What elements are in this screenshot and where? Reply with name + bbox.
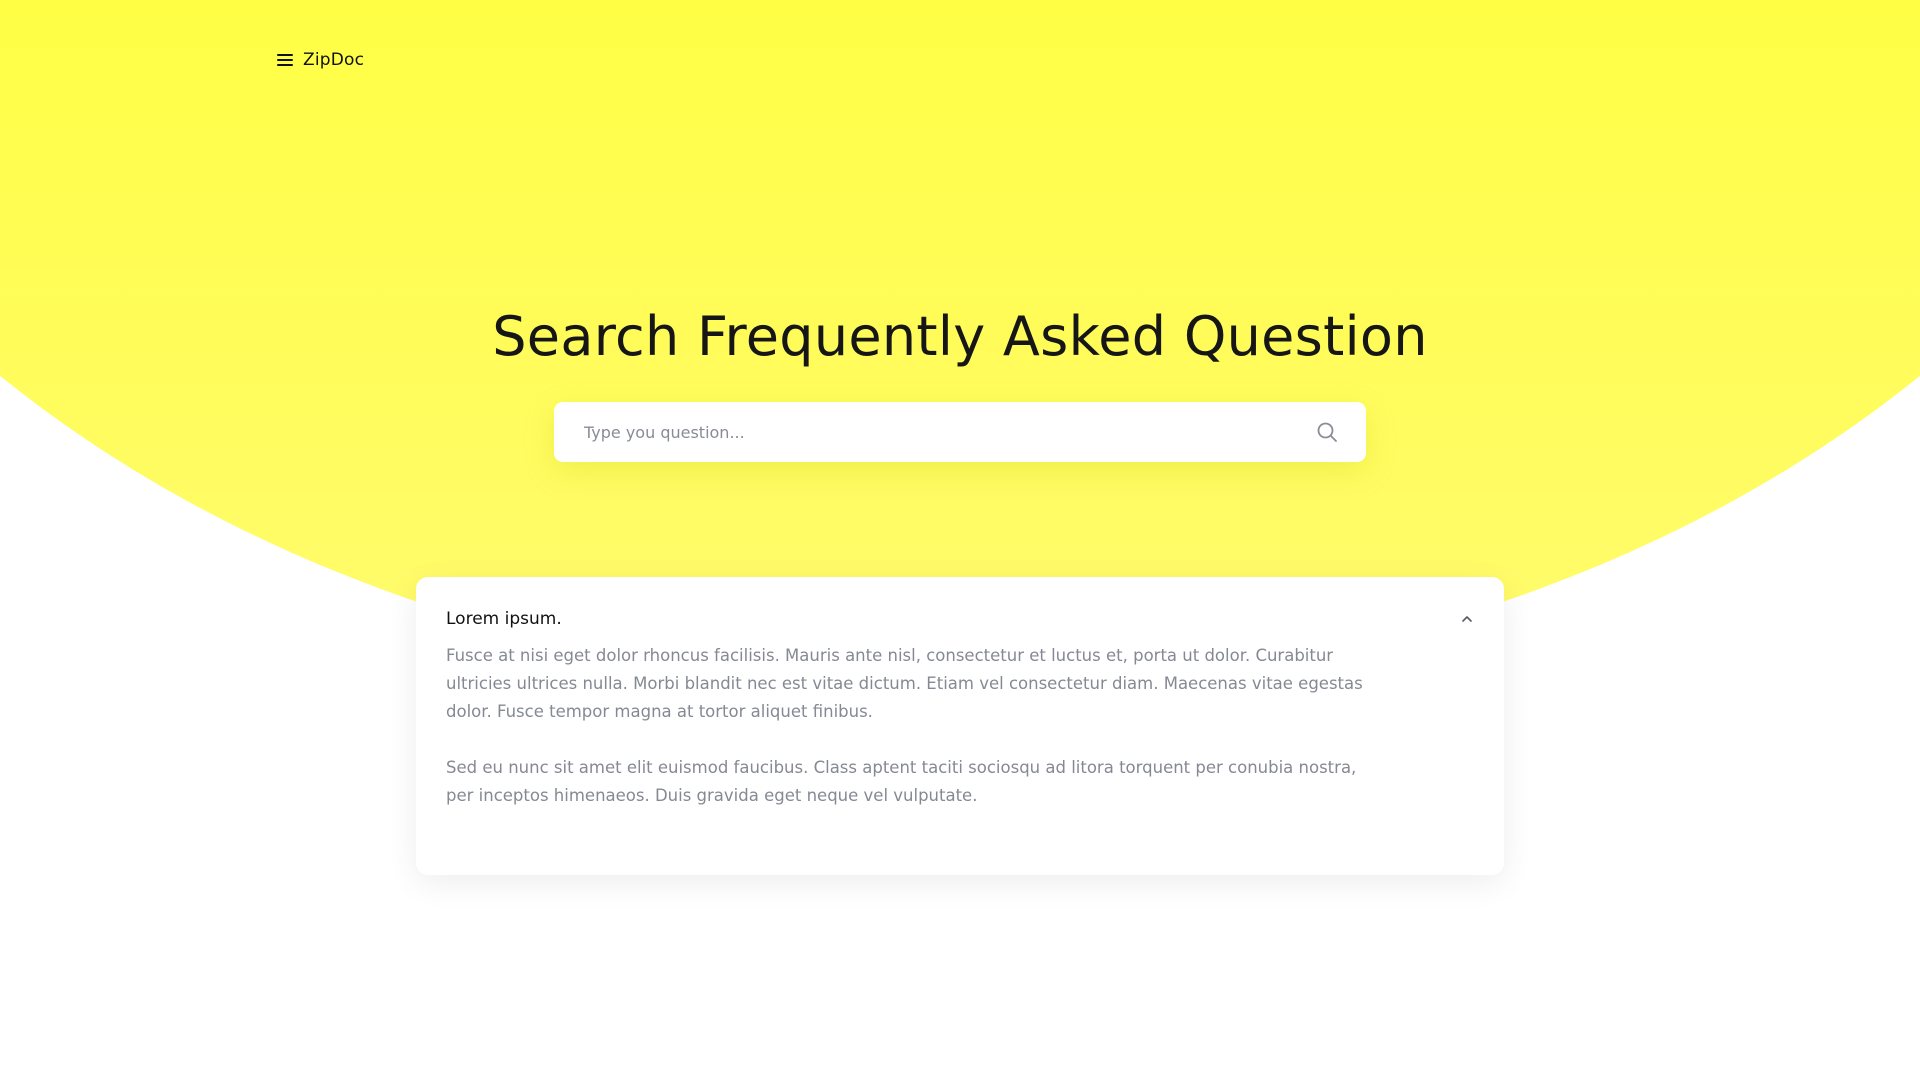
faq-answer: Fusce at nisi eget dolor rhoncus facilis… [446, 642, 1376, 810]
faq-item-header[interactable]: Lorem ipsum. [446, 609, 1474, 629]
search-box [554, 402, 1366, 462]
faq-answer-paragraph: Sed eu nunc sit amet elit euismod faucib… [446, 758, 1357, 805]
brand-logo-text[interactable]: ZipDoc [303, 50, 364, 70]
search-input[interactable] [584, 422, 1316, 442]
page-title: Search Frequently Asked Question [492, 305, 1428, 368]
search-icon[interactable] [1316, 421, 1338, 443]
faq-question: Lorem ipsum. [446, 609, 562, 629]
faq-item: Lorem ipsum. Fusce at nisi eget dolor rh… [416, 577, 1504, 875]
hamburger-menu-icon[interactable] [277, 53, 293, 67]
faq-answer-paragraph: Fusce at nisi eget dolor rhoncus facilis… [446, 646, 1363, 721]
chevron-up-icon[interactable] [1460, 612, 1474, 626]
header: ZipDoc [277, 50, 364, 70]
page: ZipDoc Search Frequently Asked Question … [0, 0, 1920, 1080]
